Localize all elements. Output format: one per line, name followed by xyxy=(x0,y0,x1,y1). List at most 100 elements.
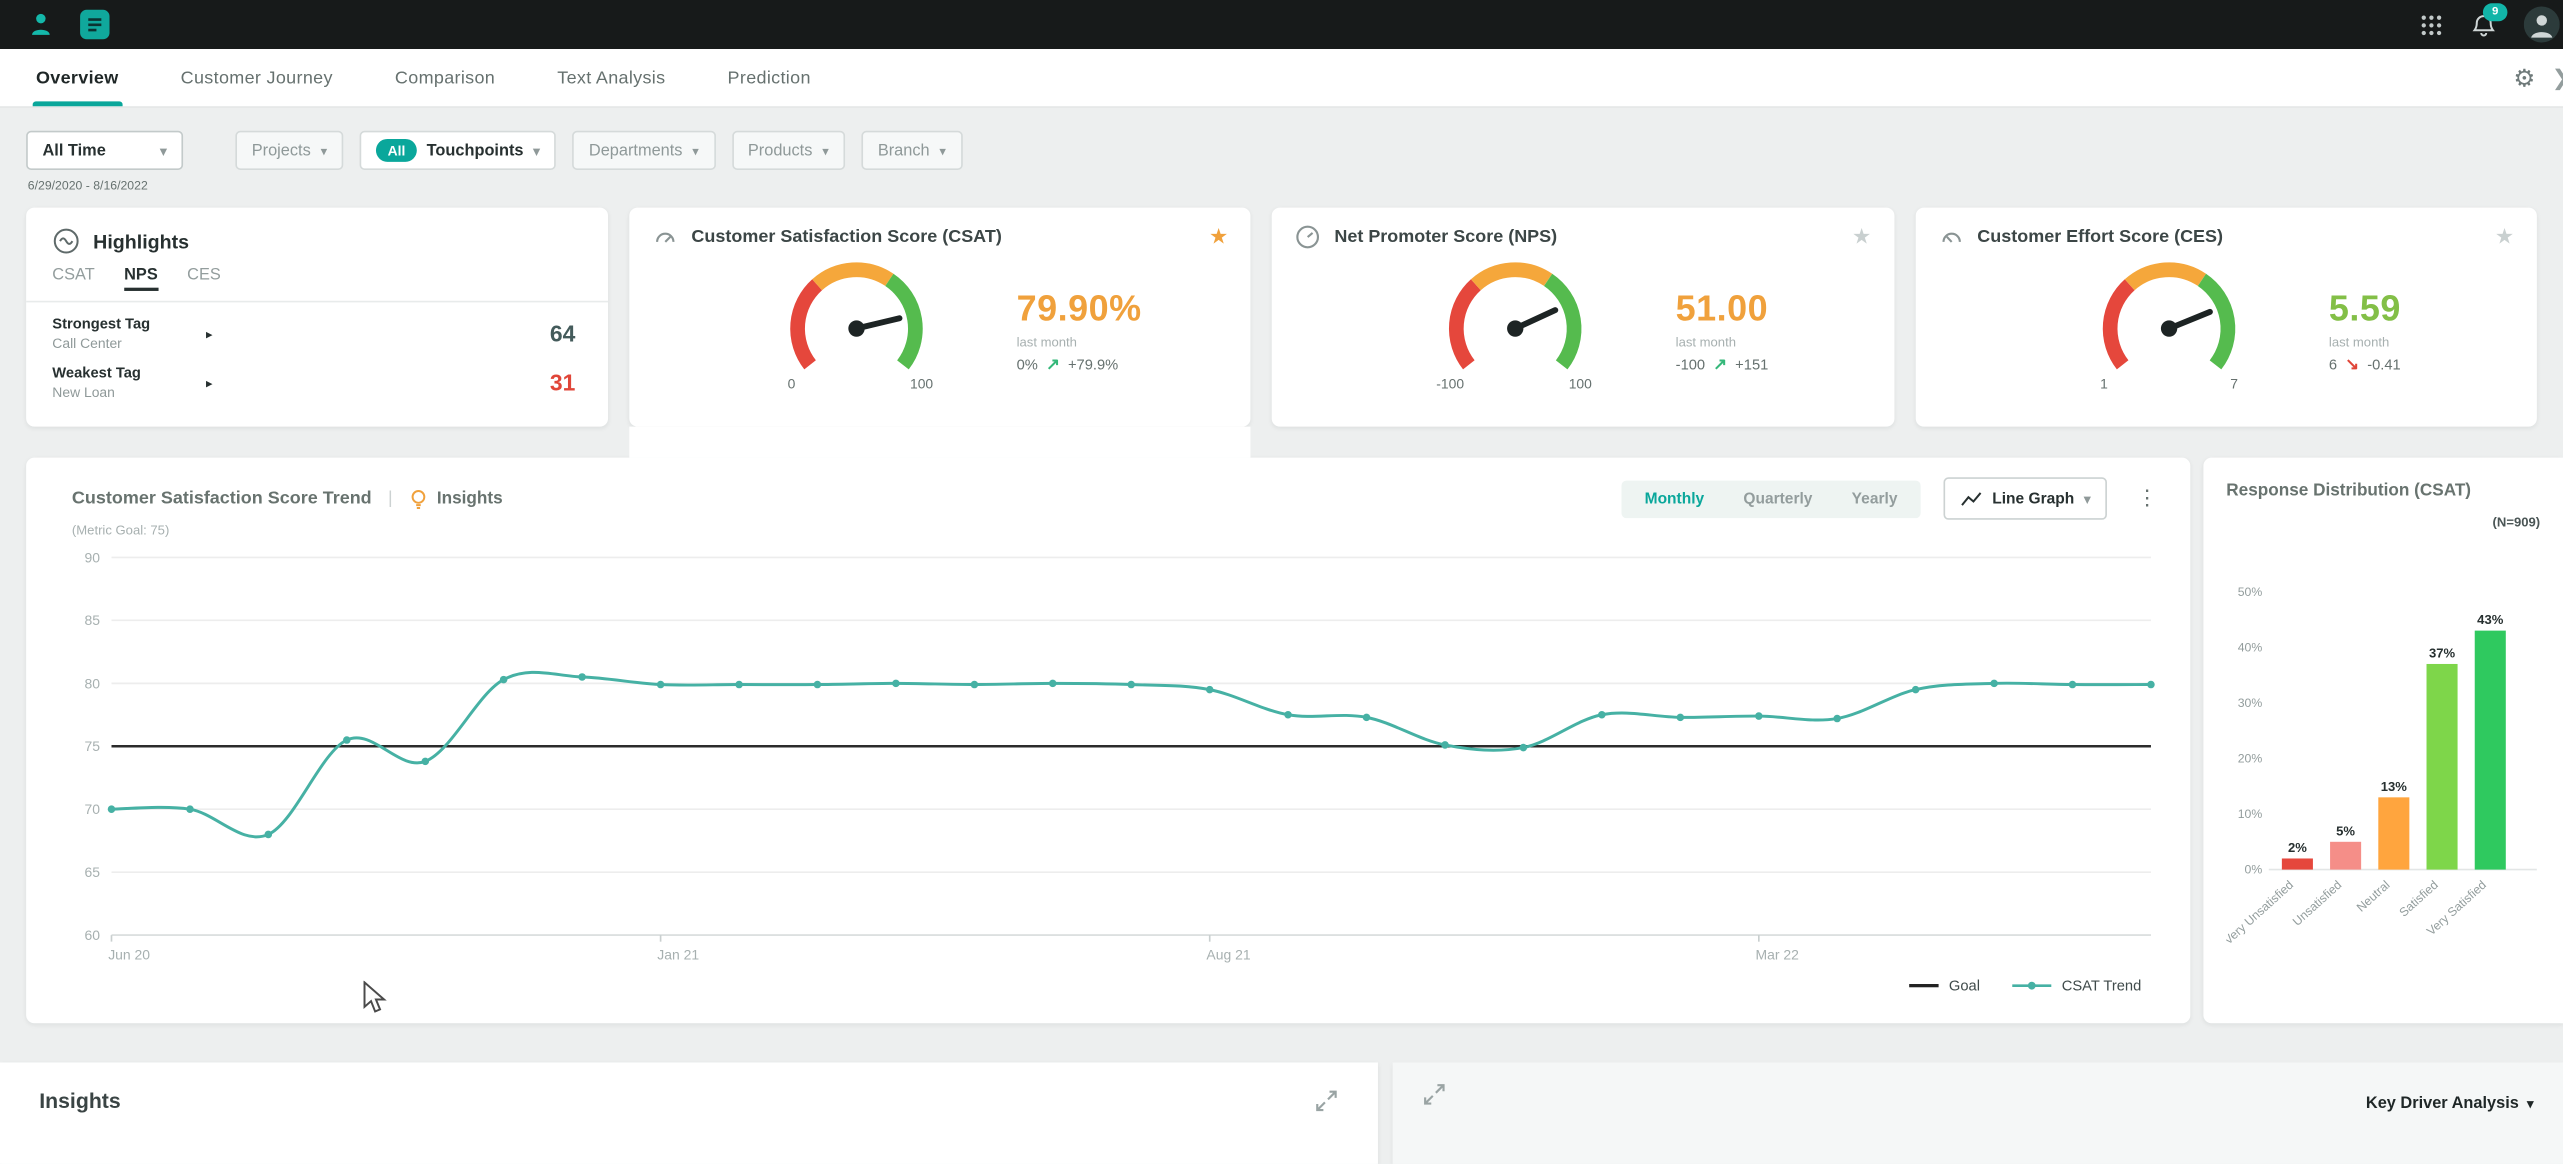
branch-label: Branch xyxy=(878,141,930,159)
ces-score-card[interactable]: Customer Effort Score (CES) ★ 17 5.59 la… xyxy=(1915,208,2537,427)
favorite-star-icon[interactable]: ★ xyxy=(2495,224,2514,250)
ces-delta: -0.41 xyxy=(2367,356,2401,372)
nps-card-header: Net Promoter Score (NPS) ★ xyxy=(1295,224,1871,250)
projects-dropdown[interactable]: Projects ▾ xyxy=(235,131,343,170)
projects-label: Projects xyxy=(252,141,311,159)
expand-icon[interactable] xyxy=(1314,1089,1339,1114)
collapse-chevron-icon[interactable]: ❯ xyxy=(2552,65,2563,91)
period-quarterly[interactable]: Quarterly xyxy=(1724,485,1832,513)
favorite-star-icon[interactable]: ★ xyxy=(1852,224,1871,250)
tab-overview[interactable]: Overview xyxy=(36,49,119,106)
strongest-tag-labels: Strongest Tag Call Center xyxy=(52,315,202,351)
svg-text:13%: 13% xyxy=(2381,779,2408,794)
key-driver-label: Key Driver Analysis xyxy=(2366,1095,2519,1113)
caret-down-icon: ▾ xyxy=(2084,491,2091,506)
card-title: Customer Satisfaction Score (CSAT) xyxy=(691,227,1001,247)
csat-value: 79.90% xyxy=(1017,287,1142,329)
svg-text:Unsatisfied: Unsatisfied xyxy=(2290,878,2345,929)
strongest-tag-row[interactable]: Strongest Tag Call Center ▸ 64 xyxy=(26,302,608,351)
tab-comparison[interactable]: Comparison xyxy=(395,49,495,106)
svg-text:5%: 5% xyxy=(2336,823,2355,838)
departments-label: Departments xyxy=(589,141,683,159)
weakest-tag-labels: Weakest Tag New Loan xyxy=(52,365,202,401)
strongest-tag-value: 64 xyxy=(550,320,575,346)
brand-logo-icon[interactable] xyxy=(26,10,55,39)
products-dropdown[interactable]: Products ▾ xyxy=(732,131,846,170)
touchpoints-dropdown[interactable]: All Touchpoints ▾ xyxy=(360,131,556,170)
highlights-tab-csat[interactable]: CSAT xyxy=(52,266,94,291)
nps-gauge: -100100 xyxy=(1398,250,1637,410)
period-monthly[interactable]: Monthly xyxy=(1625,485,1724,513)
expand-icon[interactable] xyxy=(1422,1082,1447,1107)
ces-icon xyxy=(1938,224,1964,250)
settings-gear-icon[interactable]: ⚙ xyxy=(2513,63,2535,92)
user-avatar[interactable] xyxy=(2524,7,2560,43)
primary-tabs: Overview Customer Journey Comparison Tex… xyxy=(0,49,2563,108)
svg-text:Very Unsatisfied: Very Unsatisfied xyxy=(2226,878,2296,948)
svg-text:0%: 0% xyxy=(2245,863,2263,877)
trend-legend: Goal CSAT Trend xyxy=(26,978,2190,1007)
time-range-value: All Time xyxy=(42,141,105,159)
notifications-bell-icon[interactable]: 9 xyxy=(2470,11,2498,39)
svg-text:10%: 10% xyxy=(2238,807,2263,821)
graph-type-dropdown[interactable]: Line Graph ▾ xyxy=(1943,477,2107,519)
svg-text:70: 70 xyxy=(84,801,100,817)
dashboard-list-icon[interactable] xyxy=(78,8,111,41)
chevron-right-icon[interactable]: ▸ xyxy=(206,326,213,341)
line-graph-icon xyxy=(1960,490,1983,508)
key-driver-dropdown[interactable]: Key Driver Analysis ▾ xyxy=(2366,1095,2534,1113)
svg-text:50%: 50% xyxy=(2238,585,2263,599)
strongest-tag-label: Strongest Tag xyxy=(52,315,202,331)
period-yearly[interactable]: Yearly xyxy=(1832,485,1917,513)
nps-icon xyxy=(1295,224,1321,250)
weakest-tag-value: 31 xyxy=(550,369,575,395)
strongest-tag-name: Call Center xyxy=(52,335,202,351)
nps-score-card[interactable]: Net Promoter Score (NPS) ★ -100100 51.00… xyxy=(1272,208,1894,427)
branch-dropdown[interactable]: Branch ▾ xyxy=(861,131,962,170)
ces-prev-value: 6 xyxy=(2329,356,2337,372)
svg-text:20%: 20% xyxy=(2238,752,2263,766)
metric-goal-subtitle: (Metric Goal: 75) xyxy=(26,520,2190,538)
tab-prediction[interactable]: Prediction xyxy=(728,49,811,106)
date-range-label: 6/29/2020 - 8/16/2022 xyxy=(0,170,2563,193)
csat-delta-row: 0% ↗ +79.9% xyxy=(1017,356,1142,374)
highlights-tab-ces[interactable]: CES xyxy=(187,266,221,291)
departments-dropdown[interactable]: Departments ▾ xyxy=(573,131,716,170)
svg-text:80: 80 xyxy=(84,675,100,691)
tab-text-analysis[interactable]: Text Analysis xyxy=(557,49,665,106)
svg-text:40%: 40% xyxy=(2238,640,2263,654)
kpi-cards-row: Highlights CSAT NPS CES Strongest Tag Ca… xyxy=(0,193,2563,427)
csat-score-card[interactable]: Customer Satisfaction Score (CSAT) ★ 010… xyxy=(629,208,1251,427)
time-range-dropdown[interactable]: All Time ▾ xyxy=(26,131,183,170)
weakest-tag-row[interactable]: Weakest Tag New Loan ▸ 31 xyxy=(26,351,608,400)
csat-card-body: 0100 79.90% last month 0% ↗ +79.9% xyxy=(652,250,1228,410)
chevron-right-icon[interactable]: ▸ xyxy=(206,375,213,390)
svg-text:Neutral: Neutral xyxy=(2354,878,2393,915)
favorite-star-icon[interactable]: ★ xyxy=(1209,224,1228,250)
ces-value: 5.59 xyxy=(2329,287,2401,329)
apps-grid-icon[interactable] xyxy=(2419,12,2444,37)
trend-down-icon: ↘ xyxy=(2345,356,2359,374)
svg-text:75: 75 xyxy=(84,738,100,754)
caret-down-icon: ▾ xyxy=(533,143,540,158)
svg-text:60: 60 xyxy=(84,927,100,943)
svg-text:Mar 22: Mar 22 xyxy=(1756,947,1800,963)
card-title: Net Promoter Score (NPS) xyxy=(1334,227,1557,247)
trend-insights-link[interactable]: Insights xyxy=(437,489,503,509)
legend-csat-trend: CSAT Trend xyxy=(2013,978,2142,994)
svg-text:Aug 21: Aug 21 xyxy=(1206,947,1250,963)
caret-down-icon: ▾ xyxy=(939,143,946,158)
caret-down-icon: ▾ xyxy=(822,143,829,158)
svg-text:85: 85 xyxy=(84,612,100,628)
nps-prev-value: -100 xyxy=(1676,356,1705,372)
svg-text:7: 7 xyxy=(2230,376,2238,392)
highlights-tab-nps[interactable]: NPS xyxy=(124,266,158,291)
nps-caption: last month xyxy=(1676,334,1769,349)
tab-customer-journey[interactable]: Customer Journey xyxy=(181,49,333,106)
topbar: 9 xyxy=(0,0,2563,49)
more-options-icon[interactable]: ⋮ xyxy=(2130,485,2164,511)
svg-text:Jan 21: Jan 21 xyxy=(657,947,699,963)
lightbulb-icon xyxy=(409,488,429,509)
svg-text:2%: 2% xyxy=(2288,840,2307,855)
weakest-tag-label: Weakest Tag xyxy=(52,365,202,381)
